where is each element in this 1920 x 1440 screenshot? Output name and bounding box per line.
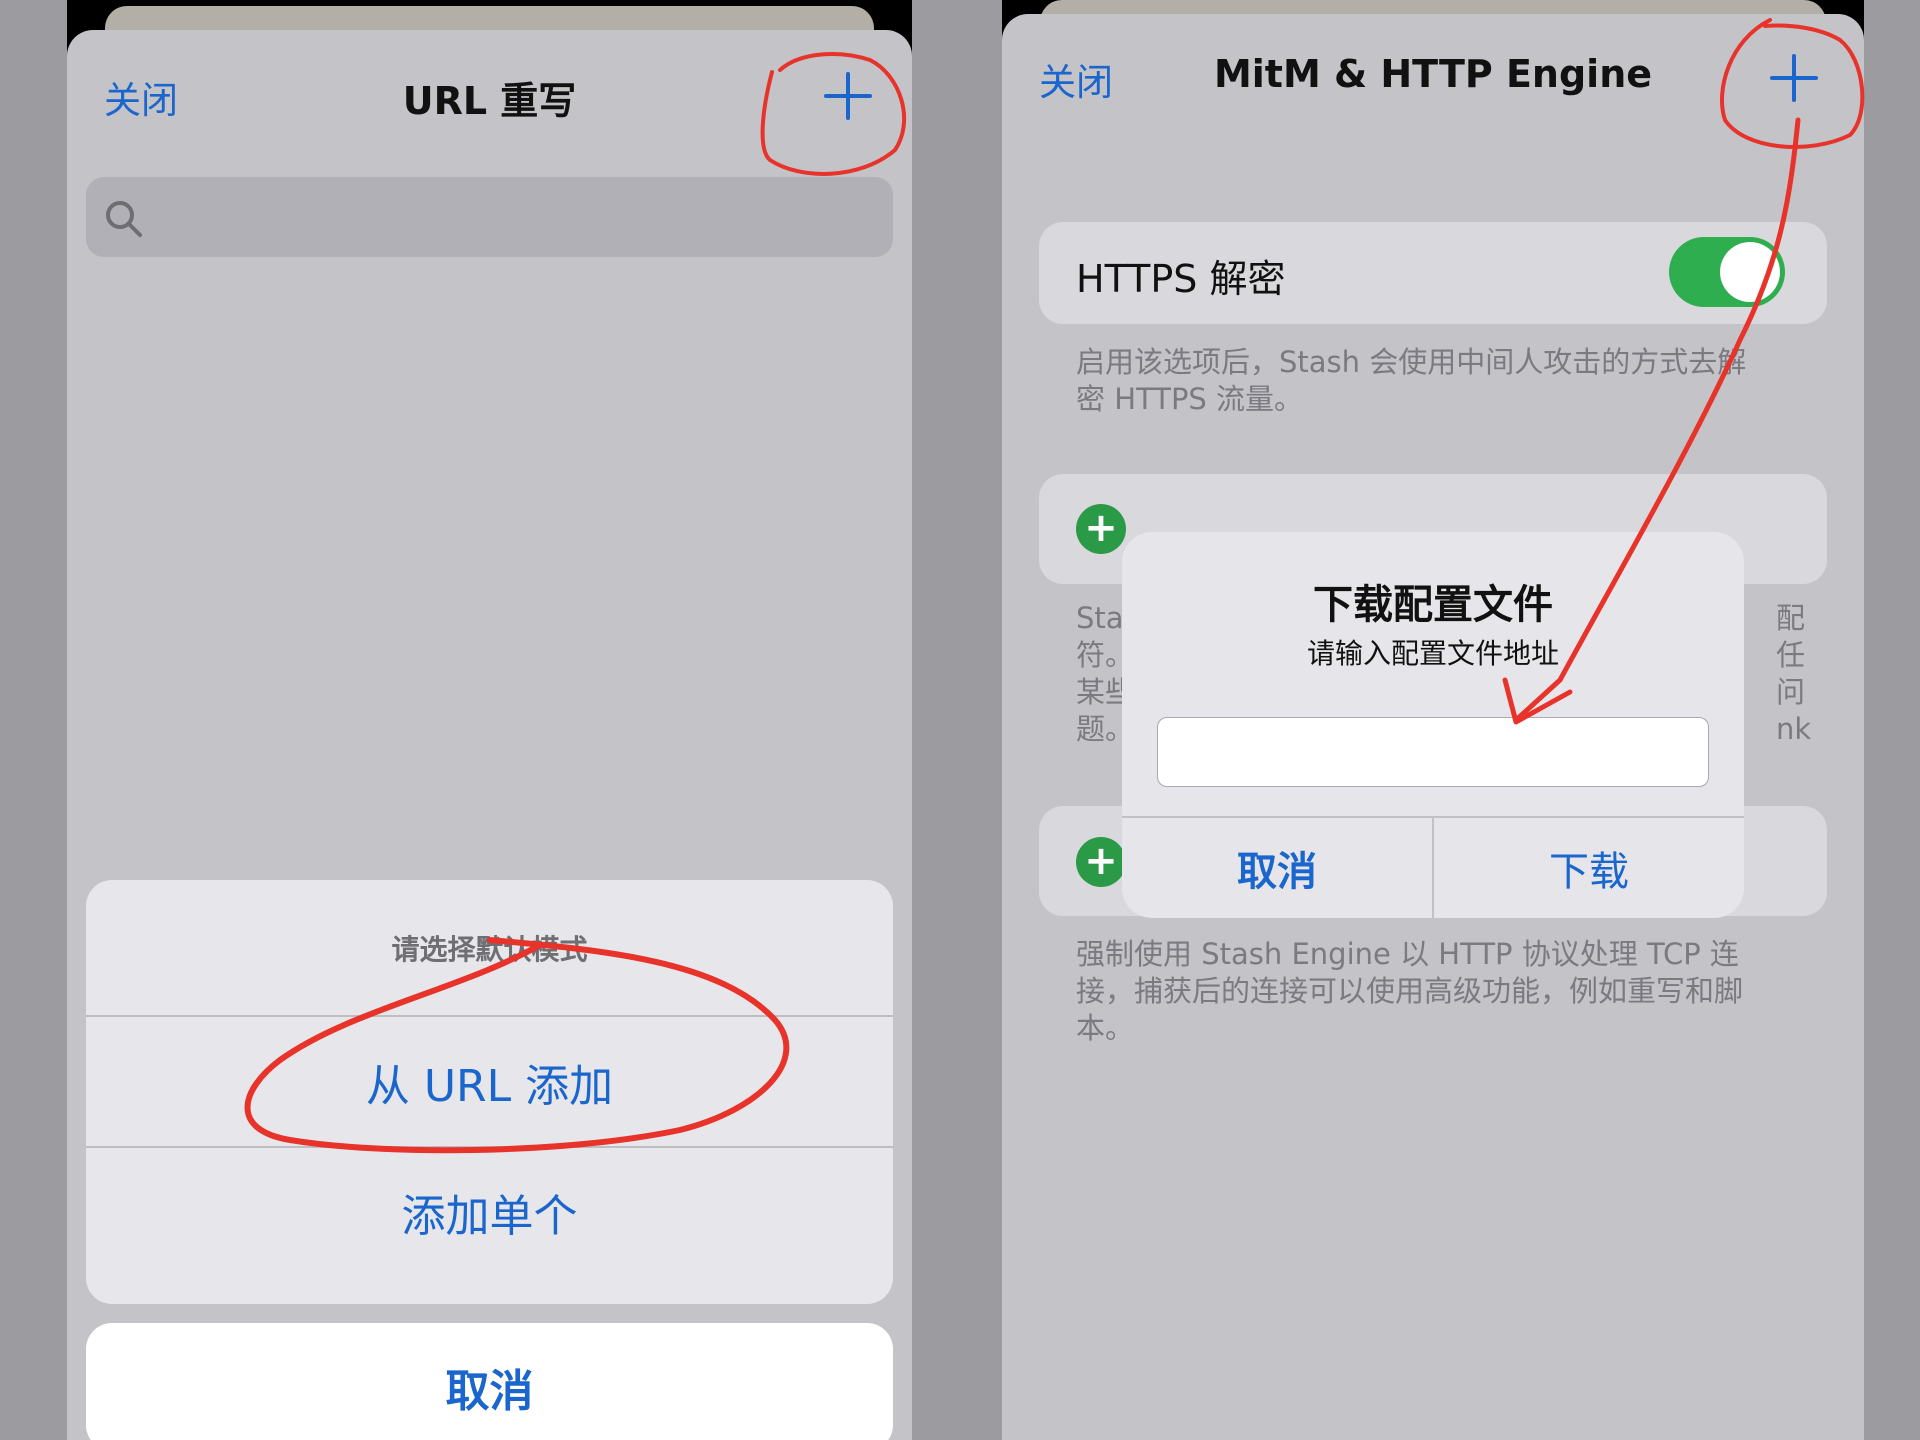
page-title: MitM & HTTP Engine — [1213, 52, 1653, 96]
alert-cancel-button[interactable]: 取消 — [1122, 818, 1432, 918]
action-sheet-cancel-button[interactable]: 取消 — [86, 1323, 893, 1440]
engine-description-line: 本。 — [1076, 1011, 1135, 1045]
action-sheet: 请选择默认模式 从 URL 添加 添加单个 — [86, 880, 893, 1304]
plus-icon — [1770, 54, 1818, 102]
alert-title: 下载配置文件 — [1313, 582, 1553, 628]
mitm-sheet: 关闭 MitM & HTTP Engine HTTPS 解密 启用该选项后，St… — [1002, 14, 1864, 1440]
alert-download-button[interactable]: 下载 — [1432, 818, 1744, 918]
page-title: URL 重写 — [402, 79, 577, 123]
search-input[interactable] — [86, 177, 893, 257]
description-fragment: nk — [1776, 712, 1812, 746]
add-hostname-button[interactable]: + — [1076, 504, 1126, 554]
url-rewrite-sheet: 关闭 URL 重写 请选择默认模式 从 URL 添加 添加单个 取消 — [67, 30, 912, 1440]
add-button[interactable] — [1764, 48, 1824, 108]
https-description-line: 密 HTTPS 流量。 — [1076, 382, 1304, 416]
add-button[interactable] — [818, 66, 878, 126]
action-sheet-header: 请选择默认模式 — [86, 880, 893, 1017]
https-decrypt-toggle[interactable] — [1669, 237, 1785, 307]
search-icon — [106, 201, 142, 237]
https-description: 启用该选项后，Stash 会使用中间人攻击的方式去解 密 HTTPS 流量。 — [1076, 344, 1814, 418]
config-url-input[interactable] — [1157, 717, 1709, 787]
description-fragment: 配 — [1776, 601, 1806, 635]
https-description-line: 启用该选项后，Stash 会使用中间人攻击的方式去解 — [1076, 345, 1747, 379]
toggle-knob — [1720, 242, 1780, 302]
engine-description-line: 接，捕获后的连接可以使用高级功能，例如重写和脚 — [1076, 974, 1744, 1008]
left-phone-screen: 关闭 URL 重写 请选择默认模式 从 URL 添加 添加单个 取消 — [67, 0, 912, 1440]
engine-description-line: 强制使用 Stash Engine 以 HTTP 协议处理 TCP 连 — [1076, 937, 1739, 971]
alert-buttons: 取消 下载 — [1122, 816, 1744, 918]
https-decrypt-label: HTTPS 解密 — [1076, 257, 1286, 301]
hostname-description-right: 配 任 问 nk — [1776, 600, 1816, 748]
add-from-url-button[interactable]: 从 URL 添加 — [86, 1017, 893, 1146]
engine-description: 强制使用 Stash Engine 以 HTTP 协议处理 TCP 连 接，捕获… — [1076, 936, 1814, 1047]
right-phone-screen: 关闭 MitM & HTTP Engine HTTPS 解密 启用该选项后，St… — [1002, 0, 1864, 1440]
alert-message: 请输入配置文件地址 — [1306, 637, 1559, 670]
description-fragment: 问 — [1776, 675, 1806, 709]
description-fragment: 任 — [1776, 638, 1806, 672]
download-config-alert: 下载配置文件 请输入配置文件地址 取消 下载 — [1122, 532, 1744, 918]
add-single-button[interactable]: 添加单个 — [86, 1146, 893, 1275]
add-engine-button[interactable]: + — [1076, 837, 1126, 887]
https-decrypt-card: HTTPS 解密 — [1039, 222, 1827, 324]
plus-icon — [824, 72, 872, 120]
